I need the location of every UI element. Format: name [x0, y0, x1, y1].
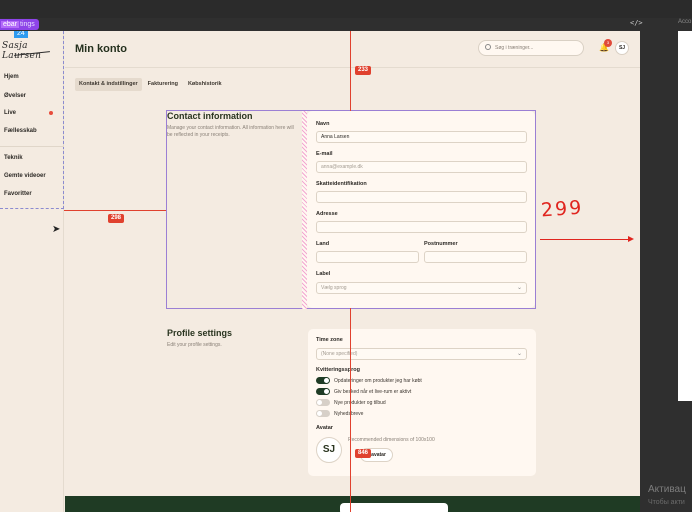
avatar[interactable]: SJ	[615, 41, 629, 55]
tab-kontakt[interactable]: Kontakt & indstillinger	[75, 78, 142, 91]
chevron-down-icon: ⌄	[516, 285, 522, 291]
logo[interactable]: Sasja Laursen	[2, 41, 63, 61]
sidebar-item-gemte-videoer[interactable]: Gemte videoer	[4, 173, 46, 179]
profile-title: Profile settings	[167, 328, 233, 338]
toggle-product-updates[interactable]	[316, 377, 330, 384]
profile-avatar: SJ	[316, 437, 342, 463]
selection-badge: 24	[14, 31, 28, 38]
code-icon[interactable]: </>	[630, 19, 643, 27]
search-placeholder: Søg i træninger...	[495, 45, 534, 51]
measure-line-top	[350, 31, 351, 111]
profile-subtitle: Edit your profile settings.	[167, 342, 222, 348]
header-divider	[65, 67, 640, 68]
label-label: Label	[316, 271, 331, 277]
annotation-arrow	[540, 236, 634, 242]
tab-kobshistorik[interactable]: Købshistorik	[184, 78, 226, 91]
language-select-value: Vælg sprog	[321, 285, 347, 291]
address-label: Adresse	[316, 211, 338, 217]
toggle-product-updates-label: Opdateringer om produkter jeg har købt	[334, 378, 422, 384]
email-field[interactable]: anna@example.dk	[316, 161, 527, 173]
toggle-newsletter[interactable]	[316, 410, 330, 417]
sidebar-item-hjem[interactable]: Hjem	[4, 74, 19, 80]
sidebar-item-favoritter[interactable]: Favoritter	[4, 191, 32, 197]
frame-tag[interactable]: ebar tings	[0, 19, 39, 30]
avatar-hint: Recommended dimensions of 100x100	[348, 437, 435, 443]
floating-toolbar[interactable]	[340, 503, 448, 512]
toggle-new-products-label: Nye produkter og tilbud	[334, 400, 386, 406]
sidebar-item-faellesskab[interactable]: Fællesskab	[4, 128, 37, 134]
email-label: E-mail	[316, 151, 333, 157]
contact-card: Navn Anna Larsen E-mail anna@example.dk …	[307, 111, 535, 308]
sidebar-item-live[interactable]: Live	[4, 110, 16, 116]
right-panel-title: Acco	[678, 19, 692, 25]
toggle-knob	[317, 400, 322, 405]
main-content: Min konto Søg i træninger... 🔔 3 SJ Kont…	[65, 31, 640, 512]
country-label: Land	[316, 241, 330, 247]
measure-line-bottom	[350, 308, 351, 512]
measure-badge-left: 298	[108, 214, 125, 223]
frame-tag-selected: ebar	[1, 21, 20, 28]
sidebar-item-teknik[interactable]: Teknik	[4, 155, 23, 161]
sidebar-item-ovelser[interactable]: Øvelser	[4, 93, 26, 99]
tab-bar: Kontakt & indstillinger Fakturering Købs…	[75, 78, 226, 91]
tax-field[interactable]	[316, 191, 527, 203]
measure-line-left	[64, 210, 166, 211]
toggle-live-room[interactable]	[316, 388, 330, 395]
country-field[interactable]	[316, 251, 419, 263]
avatar-label: Avatar	[316, 425, 333, 431]
name-label: Navn	[316, 121, 330, 127]
toggle-newsletter-label: Nyhedsbreve	[334, 411, 364, 417]
postcode-label: Postnummer	[424, 241, 458, 247]
notification-badge: 3	[604, 39, 612, 47]
sidebar: 24 Sasja Laursen Hjem Øvelser Live Fælle…	[0, 31, 64, 512]
chevron-down-icon: ⌄	[516, 351, 522, 357]
timezone-label: Time zone	[316, 337, 343, 343]
tax-label: Skatteidentifikation	[316, 181, 367, 187]
frame-tag-rest: tings	[20, 21, 35, 28]
toggle-new-products[interactable]	[316, 399, 330, 406]
timezone-select[interactable]: (None specified) ⌄	[316, 348, 527, 360]
page-title: Min konto	[75, 43, 127, 55]
activation-watermark-sub: Чтобы акти	[648, 499, 685, 506]
toggle-knob	[324, 389, 329, 394]
receipts-label: Kvitteringssprog	[316, 367, 361, 373]
contact-title: Contact information	[167, 111, 253, 121]
language-select[interactable]: Vælg sprog ⌄	[316, 282, 527, 294]
toggle-knob	[317, 411, 322, 416]
design-canvas: 24 Sasja Laursen Hjem Øvelser Live Fælle…	[0, 31, 640, 512]
toggle-knob	[324, 378, 329, 383]
handwritten-annotation: 299	[540, 196, 584, 222]
search-icon	[485, 44, 491, 50]
name-field[interactable]: Anna Larsen	[316, 131, 527, 143]
measure-badge-top: 233	[355, 66, 372, 75]
live-indicator-icon	[49, 111, 53, 115]
activation-watermark: Активац	[648, 484, 686, 495]
search-input[interactable]: Søg i træninger...	[478, 40, 584, 56]
measure-badge-bottom: 846	[355, 449, 372, 458]
right-inspector-panel	[678, 31, 692, 401]
address-field[interactable]	[316, 221, 527, 233]
sidebar-divider	[0, 146, 64, 147]
profile-card: Time zone (None specified) ⌄ Kvitterings…	[308, 329, 536, 476]
timezone-select-value: (None specified)	[321, 351, 358, 357]
tab-fakturering[interactable]: Fakturering	[144, 78, 182, 91]
postcode-field[interactable]	[424, 251, 527, 263]
toggle-live-room-label: Giv besked når et live-rum er aktivt	[334, 389, 412, 395]
mouse-cursor-icon: ➤	[52, 224, 61, 235]
contact-subtitle: Manage your contact information. All inf…	[167, 125, 294, 138]
editor-topbar	[0, 0, 692, 18]
